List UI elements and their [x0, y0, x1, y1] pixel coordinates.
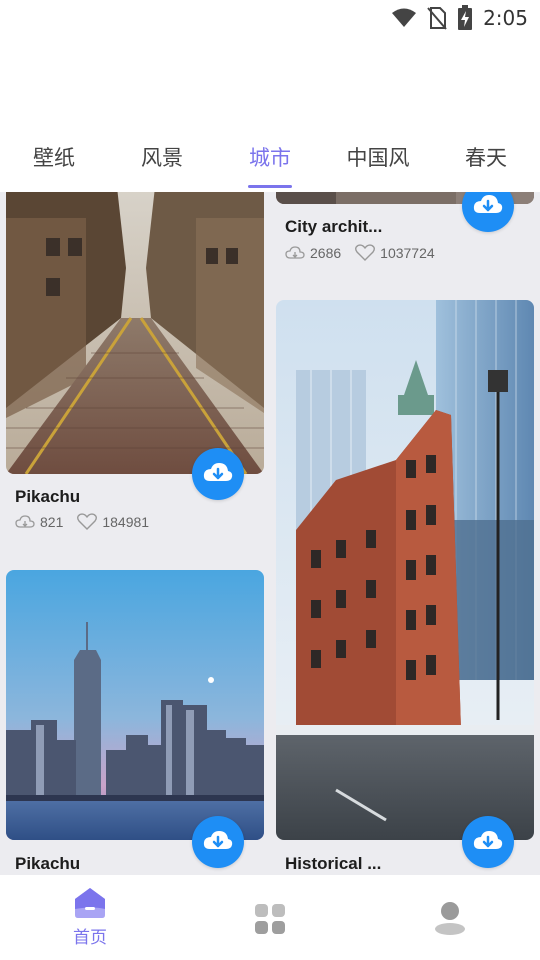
wallpaper-image[interactable] [276, 300, 534, 840]
download-button[interactable] [462, 816, 514, 868]
tab-city[interactable]: 城市 [216, 132, 324, 190]
bottom-nav: 首页 [0, 875, 540, 960]
nav-categories[interactable] [180, 875, 360, 960]
download-count: 821 [15, 514, 63, 530]
card-stats: 2686 1037724 [285, 244, 443, 261]
category-tabs: 壁纸 风景 城市 中国风 春天 [0, 132, 540, 190]
like-count-value: 184981 [102, 513, 150, 530]
card-title: Historical ... [285, 854, 382, 873]
tab-spring[interactable]: 春天 [432, 132, 540, 190]
cloud-download-icon [203, 831, 233, 849]
profile-icon [435, 902, 465, 935]
download-count-value: 2686 [310, 244, 342, 261]
card-title: City archit... [285, 217, 383, 236]
cloud-icon [285, 245, 305, 259]
cloud-download-icon [203, 463, 233, 481]
cloud-download-icon [473, 195, 503, 213]
heart-icon [77, 513, 98, 530]
download-button[interactable] [192, 448, 244, 500]
tab-label: 中国风 [346, 146, 410, 170]
battery-charging-icon [457, 5, 473, 31]
categories-icon [255, 904, 285, 934]
nav-home[interactable]: 首页 [0, 875, 180, 960]
download-button[interactable] [462, 192, 514, 232]
download-count-value: 821 [40, 513, 64, 530]
tab-label: 春天 [465, 146, 507, 170]
card-title: Pikachu [15, 854, 81, 873]
home-icon [75, 888, 105, 918]
card-title: Pikachu [15, 487, 81, 506]
status-time: 2:05 [483, 6, 528, 30]
tab-label: 壁纸 [33, 146, 75, 170]
wallpaper-card[interactable]: City archit... 2686 1037724 [270, 192, 540, 282]
wallpaper-image[interactable] [6, 570, 264, 840]
nav-profile[interactable] [360, 875, 540, 960]
tab-scenery[interactable]: 风景 [108, 132, 216, 190]
wallpaper-image[interactable] [6, 192, 264, 474]
wallpaper-feed[interactable]: Pikachu 821 184981 Pikachu City archit..… [0, 192, 540, 875]
status-bar: 2:05 [0, 0, 540, 36]
tab-label: 城市 [249, 146, 291, 170]
like-count: 1037724 [355, 244, 435, 261]
wifi-icon [391, 7, 417, 29]
tab-indicator [248, 185, 292, 188]
download-button[interactable] [192, 816, 244, 868]
no-sim-icon [427, 6, 447, 30]
wallpaper-card[interactable]: Pikachu [0, 570, 270, 875]
tab-chinese-style[interactable]: 中国风 [324, 132, 432, 190]
tab-label: 风景 [141, 146, 183, 170]
card-stats: 821 184981 [15, 513, 157, 530]
wallpaper-card[interactable]: Pikachu 821 184981 [0, 192, 270, 542]
like-count-value: 1037724 [380, 244, 435, 261]
heart-icon [355, 244, 376, 261]
cloud-download-icon [473, 831, 503, 849]
cloud-icon [15, 514, 35, 528]
download-count: 2686 [285, 245, 341, 261]
tab-wallpaper[interactable]: 壁纸 [0, 132, 108, 190]
nav-home-label: 首页 [73, 928, 107, 948]
like-count: 184981 [77, 513, 149, 530]
wallpaper-card[interactable]: Historical ... [270, 300, 540, 875]
